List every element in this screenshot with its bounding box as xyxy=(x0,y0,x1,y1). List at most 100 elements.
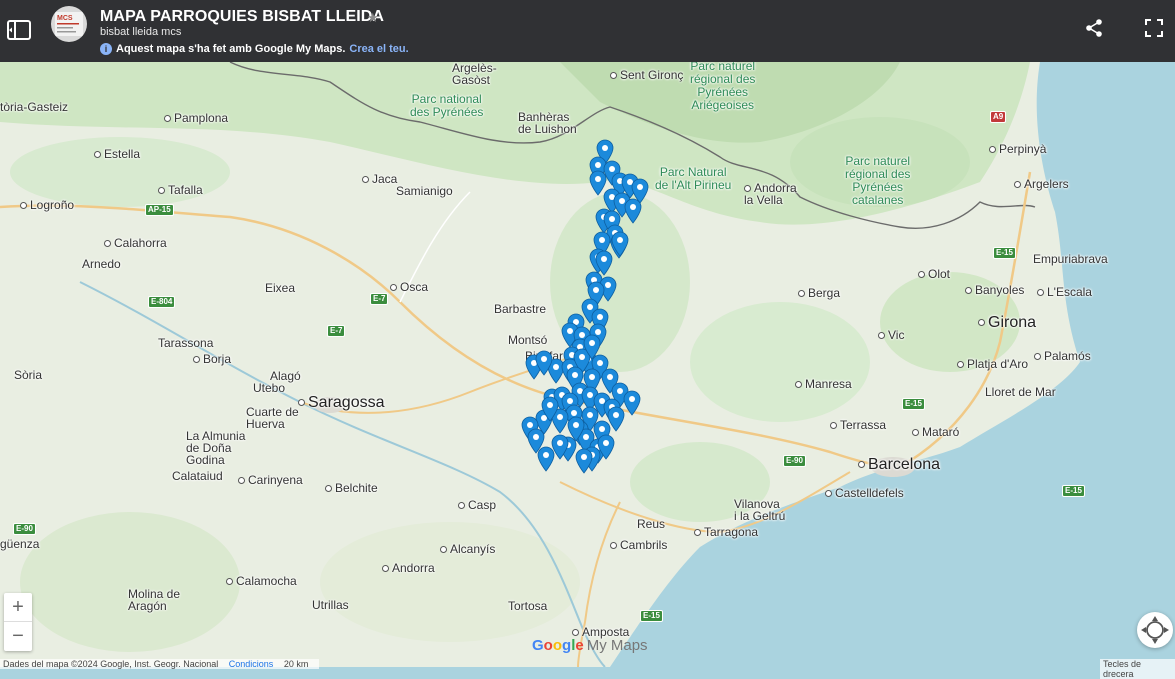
place-label-mataro: Mataró xyxy=(912,426,959,438)
place-label-lloret: Lloret de Mar xyxy=(985,385,1056,399)
parish-marker-pin-icon[interactable] xyxy=(537,446,555,472)
place-label-siguenza: güenza xyxy=(0,537,40,551)
place-label-tarragona: Tarragona xyxy=(694,526,758,538)
zoom-controls: + − xyxy=(4,593,32,651)
place-label-utebo: Utebo xyxy=(253,381,286,395)
parish-marker-pin-icon[interactable] xyxy=(567,416,585,442)
road-shield: E-15 xyxy=(1062,485,1085,497)
place-label-jaca: Jaca xyxy=(362,173,397,185)
place-label-palamos: Palamós xyxy=(1034,350,1091,362)
parish-marker-pin-icon[interactable] xyxy=(623,390,641,416)
place-label-calataiud: Calataiud xyxy=(172,469,223,483)
fullscreen-icon[interactable] xyxy=(1143,17,1165,39)
place-label-sent-gironc: Sent Gironç xyxy=(610,69,683,81)
info-text: Aquest mapa s'ha fet amb Google My Maps. xyxy=(116,43,346,55)
place-label-berga: Berga xyxy=(798,287,840,299)
place-label-montso: Montsó xyxy=(508,333,548,347)
place-label-pamplona: Pamplona xyxy=(164,112,228,124)
sidebar-toggle-icon[interactable] xyxy=(6,18,32,42)
place-label-calamocha: Calamocha xyxy=(226,575,297,587)
place-label-soria: Sòria xyxy=(14,368,43,382)
zoom-out-button[interactable]: − xyxy=(4,622,32,650)
parish-marker-pin-icon[interactable] xyxy=(611,231,629,257)
info-icon: i xyxy=(100,43,112,55)
place-label-lescala: L'Escala xyxy=(1037,286,1092,298)
place-label-osca: Osca xyxy=(390,281,428,293)
road-shield: E-90 xyxy=(783,455,806,467)
road-shield: E-15 xyxy=(902,398,925,410)
map-owner-avatar: MCS xyxy=(51,6,87,42)
parish-marker-pin-icon[interactable] xyxy=(624,198,642,224)
place-label-vilanova: Vilanova i la Geltrú xyxy=(734,497,786,523)
place-label-alcanyis: Alcanyís xyxy=(440,543,495,555)
place-label-casp: Casp xyxy=(458,499,496,511)
map-header: MCS MAPA PARROQUIES BISBAT LLEIDA ★ bisb… xyxy=(0,0,1175,62)
parish-marker-pin-icon[interactable] xyxy=(583,334,601,360)
parish-marker-pin-icon[interactable] xyxy=(607,406,625,432)
place-label-andorra: Andorra la Vella xyxy=(744,181,797,207)
place-label-calahorra: Calahorra xyxy=(104,237,167,249)
place-label-almunia: La Almunia de Doña Godina xyxy=(186,429,246,467)
park-label-alt-pirineu: Parc Natural de l'Alt Pirineu xyxy=(655,165,732,192)
map-title: MAPA PARROQUIES BISBAT LLEIDA xyxy=(100,8,385,25)
place-label-banheras: Banhèras de Luishon xyxy=(518,110,577,136)
info-banner: i Aquest mapa s'ha fet amb Google My Map… xyxy=(100,43,409,55)
place-label-platja: Platja d'Aro xyxy=(957,358,1028,370)
create-map-link[interactable]: Crea el teu. xyxy=(349,43,408,55)
road-shield: E-804 xyxy=(148,296,176,308)
place-label-arnedo: Arnedo xyxy=(82,257,121,271)
place-label-tarassona: Tarassona xyxy=(158,336,214,350)
place-label-molina: Molina de Aragón xyxy=(128,587,181,613)
road-shield: A9 xyxy=(990,111,1007,123)
place-label-barcelona: Barcelona xyxy=(858,457,940,473)
place-label-reus: Reus xyxy=(637,517,666,531)
terms-link[interactable]: Condicions xyxy=(229,659,274,669)
scale-bar: 20 km xyxy=(283,659,309,669)
attribution-text: Dades del mapa ©2024 Google, Inst. Geogr… xyxy=(3,659,219,669)
place-label-vitoria: tòria-Gasteiz xyxy=(0,100,69,114)
share-icon[interactable] xyxy=(1083,17,1105,39)
place-label-banyoles: Banyoles xyxy=(965,284,1024,296)
park-label-parc-national: Parc national des Pyrénées xyxy=(410,92,484,119)
place-label-argelers: Argelers xyxy=(1014,178,1069,190)
place-label-samianigo: Samianigo xyxy=(396,184,453,198)
road-shield: E-7 xyxy=(327,325,346,337)
road-shield: E-15 xyxy=(993,247,1016,259)
place-label-castelldefels: Castelldefels xyxy=(825,487,904,499)
parish-marker-pin-icon[interactable] xyxy=(575,448,593,474)
zoom-in-button[interactable]: + xyxy=(4,593,32,621)
parish-marker-pin-icon[interactable] xyxy=(597,434,615,460)
place-label-vic: Vic xyxy=(878,329,904,341)
map-attribution: Dades del mapa ©2024 Google, Inst. Geogr… xyxy=(0,659,320,669)
place-label-andorra-teruel: Andorra xyxy=(382,562,435,574)
place-label-belchite: Belchite xyxy=(325,482,378,494)
logo-lettering: MCS xyxy=(57,15,73,22)
google-my-maps-logo: Google My Maps xyxy=(532,637,648,654)
place-label-perpinya: Perpinyà xyxy=(989,143,1046,155)
place-label-olot: Olot xyxy=(918,268,950,280)
place-label-barbastre: Barbastre xyxy=(494,302,547,316)
map-author: bisbat lleida mcs xyxy=(100,26,182,38)
recenter-icon[interactable] xyxy=(1137,612,1173,648)
place-label-borja: Borja xyxy=(193,353,231,365)
place-label-tafalla: Tafalla xyxy=(158,184,203,196)
place-label-carinyena: Carinyena xyxy=(238,474,303,486)
keyboard-shortcuts-link[interactable]: Tecles de drecera xyxy=(1100,659,1175,679)
star-icon[interactable]: ★ xyxy=(367,10,379,26)
place-label-logrono: Logroño xyxy=(20,199,74,211)
place-label-saragossa: Saragossa xyxy=(298,395,385,411)
map-canvas[interactable]: Argelès- Gasòst Sent Gironç Pamplona Estell… xyxy=(0,62,1175,667)
park-label-pyrenees-ariegeoises: Parc naturel régional des Pyrénées Ariég… xyxy=(690,62,756,112)
place-label-cambrils: Cambrils xyxy=(610,539,667,551)
place-label-argeles-gasost: Argelès- Gasòst xyxy=(452,62,497,87)
road-shield: E-15 xyxy=(640,610,663,622)
place-label-cuarte: Cuarte de Huerva xyxy=(246,405,299,431)
parish-marker-pin-icon[interactable] xyxy=(535,350,553,376)
place-label-empuriabrava: Empuriabrava xyxy=(1033,252,1108,266)
place-label-tortosa: Tortosa xyxy=(508,599,548,613)
place-label-girona: Girona xyxy=(978,315,1036,331)
parish-marker-pin-icon[interactable] xyxy=(541,396,559,422)
park-label-pyrenees-catalanes: Parc naturel régional des Pyrénées catal… xyxy=(845,154,911,207)
place-label-manresa: Manresa xyxy=(795,378,852,390)
road-shield: AP-15 xyxy=(145,204,174,216)
